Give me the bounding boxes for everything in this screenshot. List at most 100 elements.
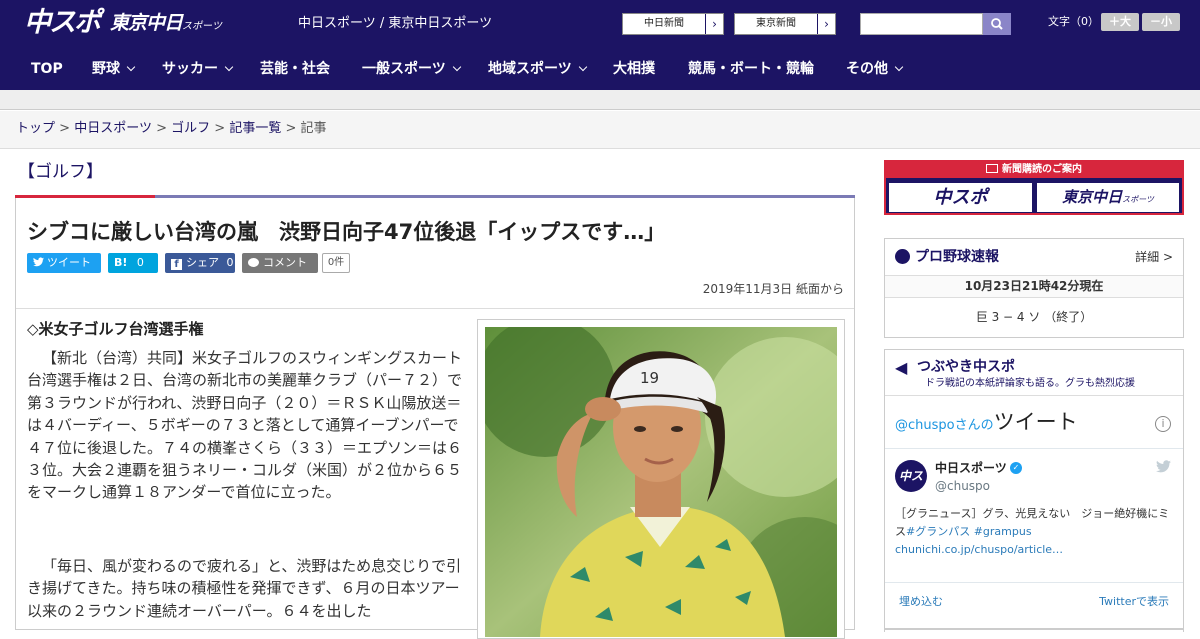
comment-button[interactable]: コメント [242,253,318,273]
breadcrumb-separator: > [156,121,167,136]
twitter-bird-icon[interactable] [1156,460,1171,477]
tweet-button-label: ツイート [47,256,91,269]
chevron-down-icon [126,62,136,72]
tweet-link[interactable]: chunichi.co.jp/chuspo/article… [895,543,1063,556]
breadcrumb-link-golf[interactable]: ゴルフ [171,121,210,136]
tweet-hashtags[interactable]: #グランパス #grampus [906,525,1032,538]
breadcrumb-link-chunichi-sports[interactable]: 中日スポーツ [74,121,152,136]
article-headline: シブコに厳しい台湾の嵐 渋野日向子47位後退「イップスです…」 [27,220,666,244]
baseball-score[interactable]: 巨 3 − 4 ソ （終了） [885,308,1183,326]
publish-date: 2019年11月3日 紙面から [702,282,844,296]
chevron-down-icon [452,62,461,72]
tokyo-chunichi-logo-sub: スポーツ [182,21,222,32]
nav-label: その他 [846,61,888,77]
site-title[interactable]: 中日スポーツ / 東京中日スポーツ [298,15,492,33]
tweet-text: ［グラニュース］グラ、光見えない ジョー絶好機にミス#グランパス #grampu… [895,505,1175,559]
chuspo-logo[interactable]: 中スポ [24,6,101,40]
tokyo-chunichi-logo-text: 東京中日 [110,12,183,34]
facebook-icon: f [171,259,182,270]
timeline-footer-divider [885,582,1183,583]
hatena-count: 0 [136,256,144,269]
nav-item-soccer[interactable]: サッカー [162,48,234,90]
info-icon[interactable]: i [1155,416,1171,432]
twitter-timeline: @chuspoさんのツイート i 中スポ 中日スポーツ ✓ @chuspo ［グ… [885,395,1183,629]
hatena-bookmark-button[interactable]: B! 0 [108,253,158,273]
timeline-header-word: ツイート [993,410,1078,434]
promo-tokyo-chunichi-sub: スポーツ [1122,195,1154,204]
golfer-photo-image: 19 [485,327,837,637]
breadcrumb-separator: > [59,121,71,136]
tweet-author-name[interactable]: 中日スポーツ [935,460,1007,476]
embed-link[interactable]: 埋め込む [899,594,943,610]
comment-label: コメント [263,256,307,269]
facebook-share-button[interactable]: f シェア 0 [165,253,235,273]
chevron-right-icon: › [705,14,723,34]
nav-label: 地域スポーツ [488,61,572,77]
article-photo[interactable]: 19 [485,327,837,637]
baseball-scores-widget: プロ野球速報 詳細 > 10月23日21時42分現在 巨 3 − 4 ソ （終了… [884,238,1184,338]
main-nav: TOP 野球 サッカー 芸能・社会 一般スポーツ 地域スポーツ 大相撲 競馬・ボ… [0,48,1200,90]
nav-item-entertainment[interactable]: 芸能・社会 [260,48,330,90]
speaker-icon: ◀ [895,358,908,377]
breadcrumb-separator: > [214,121,226,136]
font-size-label: 文字（0） [1048,15,1099,28]
nav-label: 一般スポーツ [362,61,446,77]
facebook-share-count: 0 [226,256,234,269]
tweet-author-handle[interactable]: @chuspo [935,478,990,494]
search-input[interactable] [860,13,983,35]
chevron-down-icon [224,62,234,72]
nav-label: TOP [31,61,63,77]
nav-item-other[interactable]: その他 [846,48,904,90]
nav-item-baseball[interactable]: 野球 [92,48,136,90]
tokyo-chunichi-logo[interactable]: 東京中日スポーツ [110,10,222,40]
article-subhead: ◇米女子ゴルフ台湾選手権 [27,320,204,338]
hatena-icon: B! [114,256,128,269]
twitter-bird-icon [33,257,44,267]
chunichi-shimbun-link-label: 中日新聞 [644,18,684,29]
twitter-bird-svg [1156,460,1171,473]
tokyo-shimbun-link-label: 東京新聞 [756,18,796,29]
top-header: 中スポ 東京中日スポーツ 中日スポーツ / 東京中日スポーツ 中日新聞 › 東京… [0,0,1200,48]
subscription-banner-title: 新聞購読のご案内 [1002,164,1082,175]
nav-item-sumo[interactable]: 大相撲 [613,48,655,90]
timeline-handle-link[interactable]: @chuspo [895,418,955,433]
tweet-button[interactable]: ツイート [27,253,101,273]
chevron-down-icon [894,62,904,72]
facebook-share-label: シェア [186,256,219,269]
breadcrumb-link-top[interactable]: トップ [16,121,55,136]
article-divider [16,308,854,309]
promo-chuspo-logo: 中スポ [889,183,1032,212]
baseball-icon [895,249,910,264]
subscription-banner[interactable]: 新聞購読のご案内 中スポ 東京中日スポーツ [884,160,1184,215]
twitter-widget-title: つぶやき中スポ [917,359,1015,375]
nav-label: サッカー [162,61,218,77]
font-size-decrease-button[interactable]: －小 [1142,13,1180,31]
nav-item-regional-sports[interactable]: 地域スポーツ [488,48,587,90]
nav-label: 大相撲 [613,61,655,77]
timeline-header: @chuspoさんのツイート [895,409,1078,439]
search-button[interactable] [983,13,1011,35]
nav-label: 競馬・ボート・競輪 [688,61,814,77]
nav-item-top[interactable]: TOP [31,48,63,90]
nav-item-general-sports[interactable]: 一般スポーツ [362,48,461,90]
breadcrumb-link-article-list[interactable]: 記事一覧 [229,121,281,136]
tokyo-shimbun-link[interactable]: 東京新聞 › [734,13,836,35]
section-title: 【ゴルフ】 [18,162,103,182]
breadcrumb-current: 記事 [300,121,327,136]
breadcrumb: トップ > 中日スポーツ > ゴルフ > 記事一覧 > 記事 [0,111,1200,149]
timeline-header-san: さんの [954,418,994,433]
chunichi-shimbun-link[interactable]: 中日新聞 › [622,13,724,35]
view-on-twitter-link[interactable]: Twitterで表示 [1099,594,1169,610]
avatar[interactable]: 中スポ [895,460,927,515]
subscription-banner-head: 新聞購読のご案内 [886,162,1182,178]
font-size-increase-button[interactable]: ＋大 [1101,13,1139,31]
article-paragraph: 【新北（台湾）共同】米女子ゴルフのスウィンギングスカート台湾選手権は２日、台湾の… [27,349,463,502]
chevron-down-icon [578,62,587,72]
breadcrumb-separator: > [285,121,297,136]
nav-label: 芸能・社会 [260,61,330,77]
baseball-detail-link[interactable]: 詳細 > [1135,248,1173,266]
baseball-widget-title: プロ野球速報 [915,249,999,265]
timeline-divider [885,448,1183,449]
nav-item-keiba[interactable]: 競馬・ボート・競輪 [688,48,814,90]
baseball-update-time: 10月23日21時42分現在 [885,275,1183,298]
